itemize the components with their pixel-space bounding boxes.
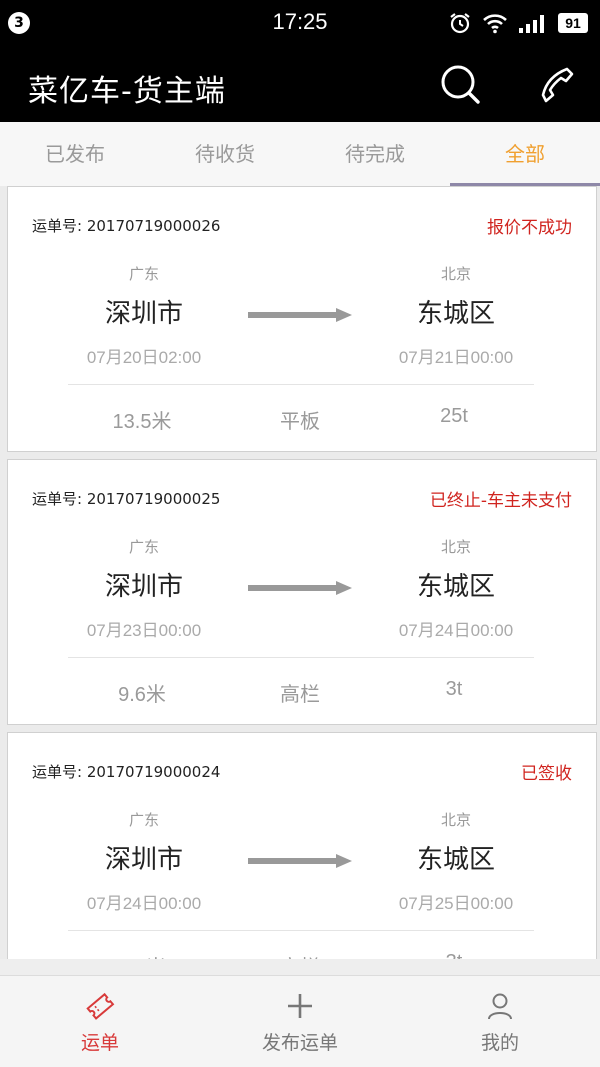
- destination-city: 东城区: [416, 845, 495, 875]
- order-list[interactable]: 运单号: 20170719000026 报价不成功 广东 深圳市 07月20日0…: [0, 186, 600, 959]
- user-icon: [488, 993, 512, 1020]
- nav-waybill-label: 运单: [80, 1032, 119, 1054]
- truck-type: 平板: [280, 409, 320, 433]
- origin-province: 广东: [128, 811, 159, 829]
- app-title: 菜亿车-货主端: [28, 74, 226, 109]
- cargo-weight: 3t: [374, 951, 534, 959]
- status-bar: 3 17:25 91: [0, 0, 600, 46]
- destination-province: 北京: [440, 811, 471, 829]
- waybill-number: 运单号: 20170719000025: [32, 490, 221, 508]
- app-header: 菜亿车-货主端: [0, 46, 600, 122]
- alarm-icon: [450, 13, 470, 34]
- route-arrow-icon: [248, 854, 352, 868]
- plus-icon: [288, 994, 312, 1018]
- signal-icon: [519, 15, 544, 33]
- destination-city: 东城区: [416, 572, 495, 602]
- truck-type: 高栏: [220, 951, 380, 959]
- truck-type: 高栏: [280, 682, 320, 706]
- order-card[interactable]: 运单号: 20170719000025 已终止-车主未支付 广东 深圳市 07月…: [7, 459, 597, 725]
- wifi-icon: [483, 14, 507, 34]
- departure-time: 07月20日02:00: [86, 348, 202, 367]
- truck-length: 13.5米: [112, 411, 172, 433]
- phone-button[interactable]: [534, 62, 578, 106]
- tab-pending-complete[interactable]: 待完成: [300, 122, 450, 186]
- arrival-time: 07月21日00:00: [398, 348, 514, 367]
- nav-publish-label: 发布运单: [261, 1032, 338, 1054]
- order-status: 已终止-车主未支付: [429, 491, 572, 511]
- waybill-number: 运单号: 20170719000024: [32, 763, 221, 781]
- origin-province: 广东: [128, 265, 159, 283]
- origin-city: 深圳市: [104, 299, 183, 329]
- nav-mine[interactable]: 我的: [400, 976, 600, 1067]
- search-button[interactable]: [438, 62, 482, 106]
- order-status: 已签收: [521, 764, 572, 784]
- cargo-weight: 3t: [445, 678, 463, 700]
- departure-time: 07月24日00:00: [86, 894, 202, 913]
- waybill-number: 运单号: 20170719000026: [32, 217, 221, 235]
- battery-level: 91: [558, 13, 588, 33]
- arrival-time: 07月25日00:00: [398, 894, 514, 913]
- tab-published[interactable]: 已发布: [0, 122, 150, 186]
- origin-province: 广东: [128, 538, 159, 556]
- order-tabs: 已发布 待收货 待完成 全部: [0, 122, 600, 186]
- status-icons: 91: [448, 11, 588, 35]
- order-card[interactable]: 运单号: 20170719000024 已签收 广东 深圳市 07月24日00:…: [7, 732, 597, 959]
- phone-icon: [541, 67, 574, 103]
- tab-all[interactable]: 全部: [450, 122, 600, 186]
- order-status: 报价不成功: [487, 218, 572, 238]
- bottom-nav: 运单 发布运单 我的: [0, 975, 600, 1067]
- origin-city: 深圳市: [104, 572, 183, 602]
- destination-province: 北京: [440, 265, 471, 283]
- card-divider: [68, 384, 534, 385]
- route-arrow-icon: [248, 581, 352, 595]
- ticket-icon: [86, 992, 115, 1020]
- nav-publish-waybill[interactable]: 发布运单: [200, 976, 400, 1067]
- destination-city: 东城区: [416, 299, 495, 329]
- arrival-time: 07月24日00:00: [398, 621, 514, 640]
- order-card[interactable]: 运单号: 20170719000026 报价不成功 广东 深圳市 07月20日0…: [7, 186, 597, 452]
- nav-mine-label: 我的: [480, 1032, 519, 1054]
- cargo-weight: 25t: [440, 405, 468, 427]
- route-arrow-icon: [248, 308, 352, 322]
- origin-city: 深圳市: [104, 845, 183, 875]
- card-divider: [68, 657, 534, 658]
- card-divider: [68, 930, 534, 931]
- truck-length: 9.6米: [118, 684, 166, 706]
- departure-time: 07月23日00:00: [86, 621, 202, 640]
- destination-province: 北京: [440, 538, 471, 556]
- tab-pending-receipt[interactable]: 待收货: [150, 122, 300, 186]
- nav-waybill[interactable]: 运单: [0, 976, 200, 1067]
- search-icon: [441, 65, 480, 104]
- truck-length: 9.6米: [62, 951, 222, 959]
